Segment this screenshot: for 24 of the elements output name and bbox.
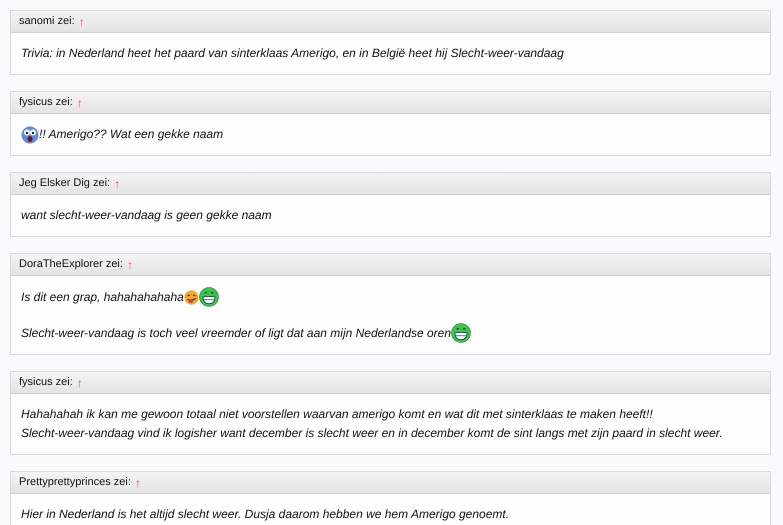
author-label: fysicus zei: bbox=[19, 95, 73, 110]
post-text: Hier in Nederland is het altijd slecht weer. Dusja daarom hebben we hem Amerigo genoemt. bbox=[21, 506, 510, 523]
tongue-face-icon bbox=[184, 290, 199, 304]
author-label: sanomi zei: bbox=[19, 14, 75, 30]
author-label: Jeg Elsker Dig zei: bbox=[19, 176, 110, 192]
grinning-face-icon bbox=[198, 287, 219, 307]
jump-link[interactable]: ↑ bbox=[114, 178, 120, 190]
shocked-face-icon bbox=[21, 126, 39, 144]
post-text: want slecht-weer-vandaag is geen gekke naam bbox=[21, 207, 272, 224]
post-text: !! Amerigo?? Wat een gekke naam bbox=[39, 126, 224, 143]
post-text: Slecht-weer-vandaag is toch veel vreemder of ligt dat aan mijn Nederlandse oren bbox=[21, 324, 452, 342]
jump-link[interactable]: ↑ bbox=[76, 376, 83, 388]
post-text: Trivia: in Nederland heet het paard van sinterklaas Amerigo, en in België heet hij Slecht-weer-vandaag bbox=[21, 45, 564, 62]
post-text: Hahahahah ik kan me gewoon totaal niet voorstellen waarvan amerigo komt en wat dit met sinterklaas te maken heeft!! bbox=[21, 406, 653, 423]
jump-link[interactable]: ↑ bbox=[134, 476, 141, 488]
grinning-face-icon bbox=[451, 323, 472, 343]
jump-link[interactable]: ↑ bbox=[126, 258, 133, 270]
jump-link[interactable]: ↑ bbox=[78, 16, 85, 28]
jump-link[interactable]: ↑ bbox=[76, 96, 83, 108]
author-label: Prettyprettyprinces zei: bbox=[19, 475, 131, 490]
post-text: Is dit een grap, hahahahahaha bbox=[21, 288, 184, 306]
author-label: DoraTheExplorer zei: bbox=[19, 257, 123, 272]
author-label: fysicus zei: bbox=[19, 375, 73, 390]
post-text: Slecht-weer-vandaag vind ik logisher want december is slecht weer en in december komt de sint langs met zijn paard in slecht weer. bbox=[21, 425, 723, 442]
